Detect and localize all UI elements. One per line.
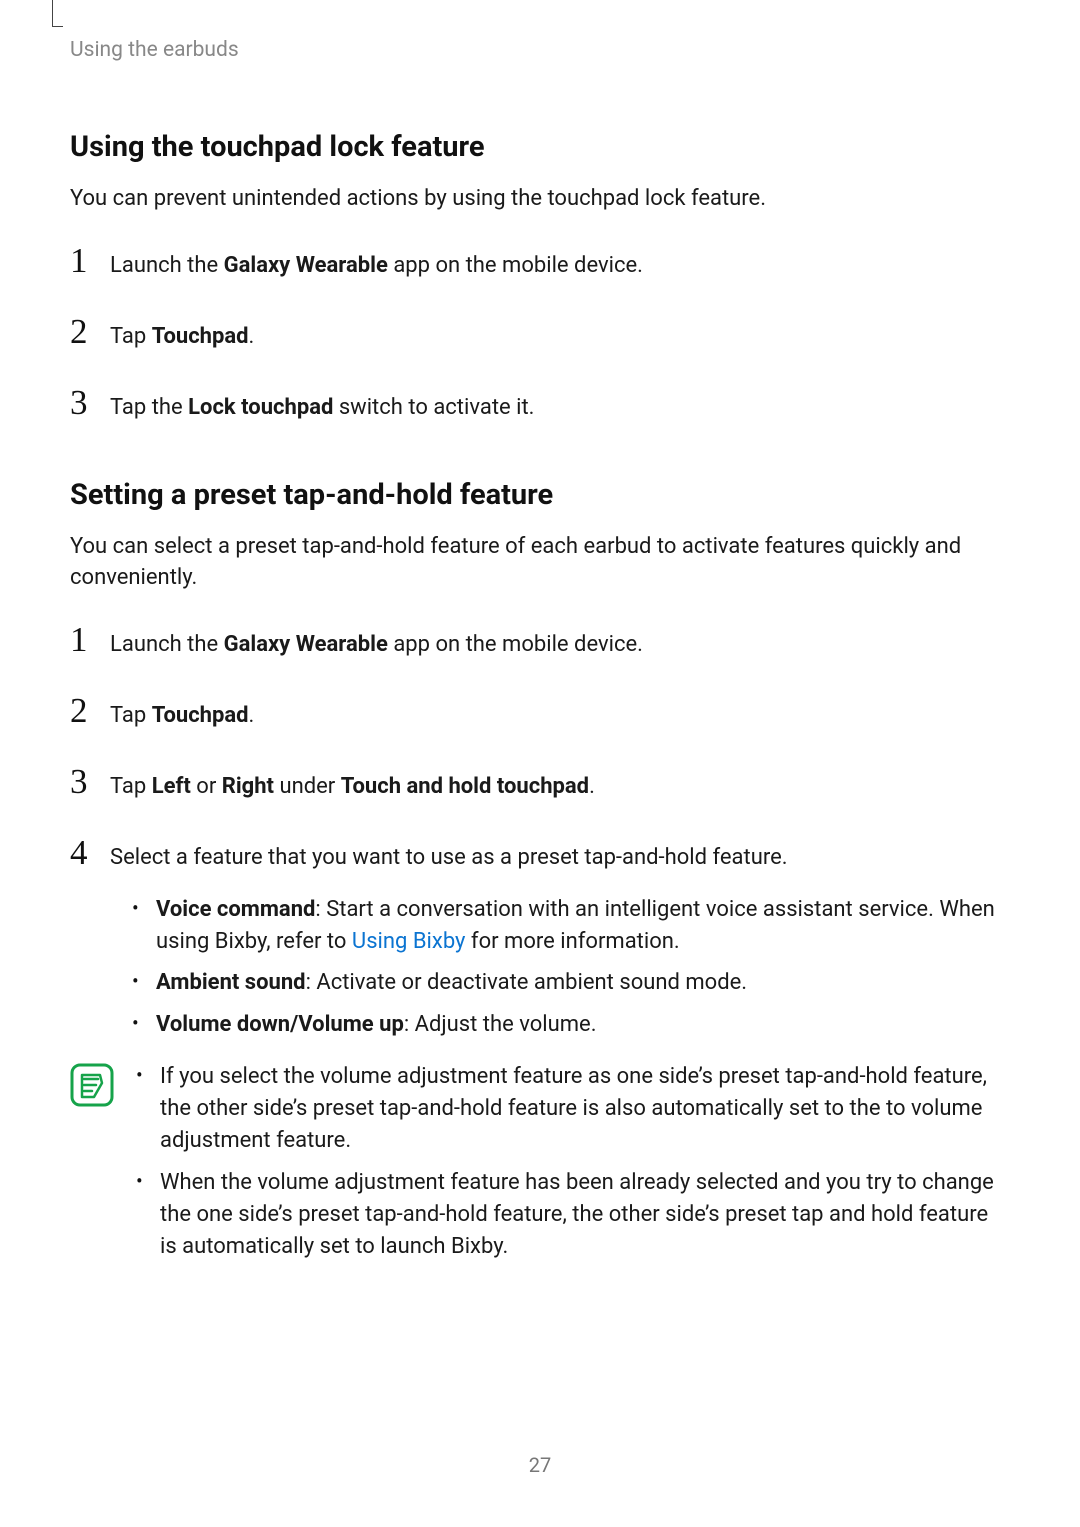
- step-number: 4: [70, 835, 110, 870]
- header-crop-mark: [52, 0, 63, 27]
- heading-preset-tap-hold: Setting a preset tap-and-hold feature: [70, 478, 1010, 512]
- step-2a: 1 Launch the Galaxy Wearable app on the …: [70, 622, 1010, 661]
- step-2c: 3 Tap Left or Right under Touch and hold…: [70, 764, 1010, 803]
- step-number: 2: [70, 314, 110, 349]
- intro-touchpad-lock: You can prevent unintended actions by us…: [70, 184, 1010, 215]
- page-number: 27: [0, 1453, 1080, 1477]
- heading-touchpad-lock: Using the touchpad lock feature: [70, 130, 1010, 164]
- feature-voice-command: Voice command: Start a conversation with…: [132, 894, 1010, 958]
- step-number: 2: [70, 693, 110, 728]
- feature-list: Voice command: Start a conversation with…: [132, 894, 1010, 1042]
- step-number: 1: [70, 243, 110, 278]
- feature-volume: Volume down/Volume up: Adjust the volume…: [132, 1009, 1010, 1041]
- intro-preset-tap-hold: You can select a preset tap-and-hold fea…: [70, 532, 1010, 594]
- step-number: 1: [70, 622, 110, 657]
- note-icon: [70, 1063, 114, 1107]
- note-list: If you select the volume adjustment feat…: [136, 1061, 1010, 1262]
- step-number: 3: [70, 385, 110, 420]
- step-1a: 1 Launch the Galaxy Wearable app on the …: [70, 243, 1010, 282]
- step-number: 3: [70, 764, 110, 799]
- running-header: Using the earbuds: [70, 38, 1010, 62]
- note-item: If you select the volume adjustment feat…: [136, 1061, 1010, 1157]
- step-2b: 2 Tap Touchpad.: [70, 693, 1010, 732]
- note-block: If you select the volume adjustment feat…: [70, 1061, 1010, 1272]
- note-item: When the volume adjustment feature has b…: [136, 1167, 1010, 1263]
- step-1b: 2 Tap Touchpad.: [70, 314, 1010, 353]
- step-1c: 3 Tap the Lock touchpad switch to activa…: [70, 385, 1010, 424]
- feature-ambient-sound: Ambient sound: Activate or deactivate am…: [132, 967, 1010, 999]
- link-using-bixby[interactable]: Using Bixby: [352, 929, 466, 954]
- step-2d: 4 Select a feature that you want to use …: [70, 835, 1010, 1051]
